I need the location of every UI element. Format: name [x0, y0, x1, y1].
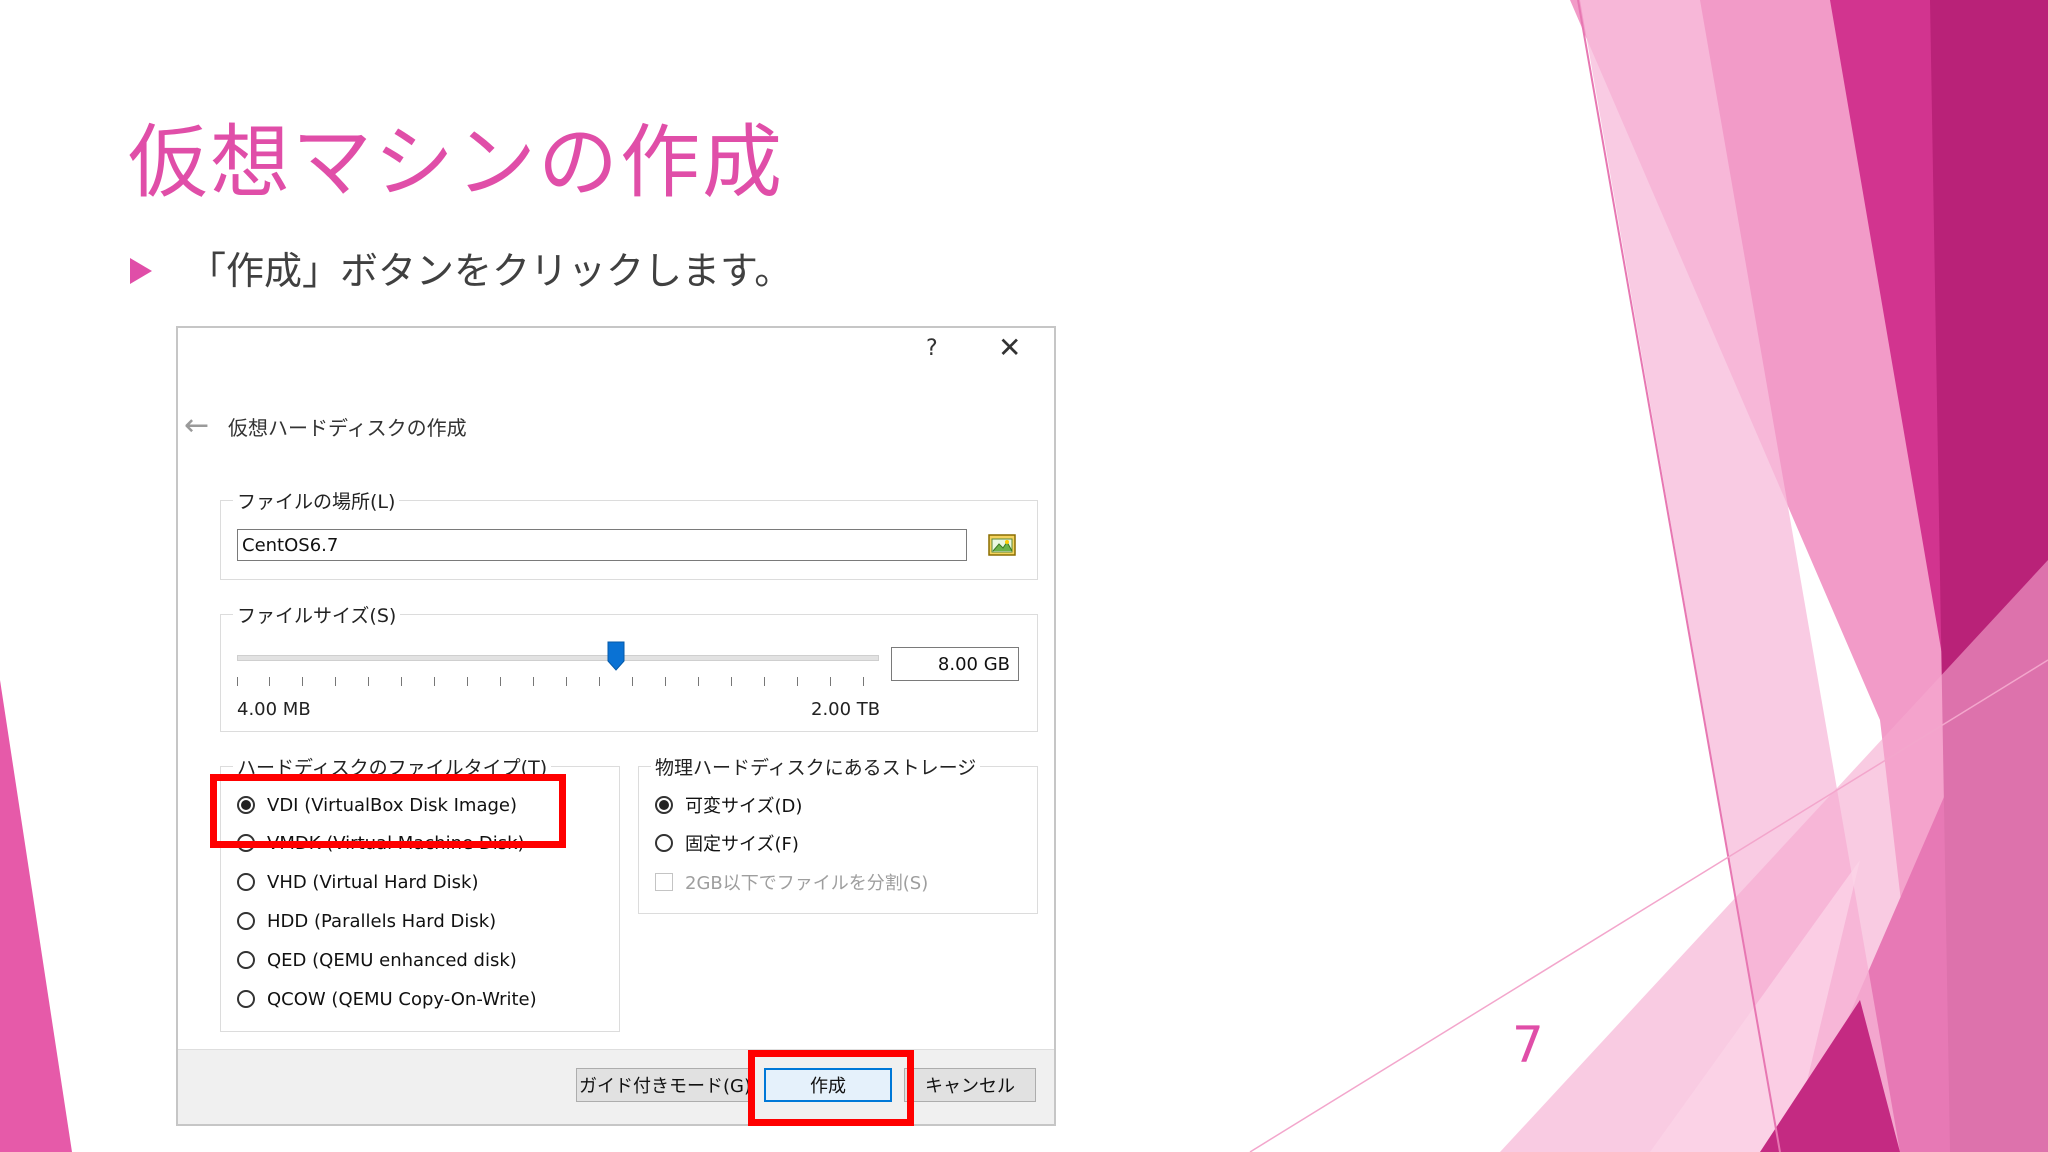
cancel-button[interactable]: キャンセル — [904, 1068, 1036, 1102]
disk-type-group: ハードディスクのファイルタイプ(T) VDI (VirtualBox Disk … — [220, 753, 620, 1032]
file-size-input[interactable] — [891, 647, 1019, 681]
folder-browse-icon[interactable] — [987, 529, 1017, 559]
radio-label: 可変サイズ(D) — [685, 796, 803, 817]
disk-type-label: ハードディスクのファイルタイプ(T) — [233, 753, 552, 780]
create-virtual-disk-dialog: ? ✕ ← 仮想ハードディスクの作成 ファイルの場所(L) ファイルサイズ(S)… — [176, 326, 1056, 1126]
page-number: 7 — [1512, 1016, 1544, 1074]
file-location-group: ファイルの場所(L) — [220, 487, 1038, 580]
radio-vmdk[interactable]: VMDK (Virtual Machine Disk) — [237, 829, 525, 857]
storage-group: 物理ハードディスクにあるストレージ 可変サイズ(D) 固定サイズ(F) 2GB以… — [638, 753, 1038, 914]
slider-min-label: 4.00 MB — [237, 699, 311, 720]
checkbox-label: 2GB以下でファイルを分割(S) — [685, 873, 929, 894]
radio-dynamic-size[interactable]: 可変サイズ(D) — [655, 791, 802, 819]
bullet-arrow-icon — [130, 258, 152, 284]
bullet-text: 「作成」ボタンをクリックします。 — [188, 249, 793, 293]
dialog-footer: ガイド付きモード(G) 作成 キャンセル — [178, 1049, 1054, 1124]
radio-label: VHD (Virtual Hard Disk) — [267, 871, 479, 893]
slider-ticks — [237, 677, 877, 687]
checkbox — [655, 873, 673, 891]
file-location-label: ファイルの場所(L) — [233, 487, 400, 514]
radio-label: VDI (VirtualBox Disk Image) — [267, 794, 518, 816]
file-location-input[interactable] — [237, 529, 967, 561]
split-file-checkbox: 2GB以下でファイルを分割(S) — [655, 868, 928, 896]
radio-button[interactable] — [237, 990, 255, 1008]
slide-title: 仮想マシンの作成 — [128, 116, 784, 209]
radio-button[interactable] — [237, 873, 255, 891]
radio-label: HDD (Parallels Hard Disk) — [267, 910, 497, 932]
radio-vhd[interactable]: VHD (Virtual Hard Disk) — [237, 868, 478, 896]
radio-button[interactable] — [237, 912, 255, 930]
file-size-label: ファイルサイズ(S) — [233, 601, 401, 628]
file-size-group: ファイルサイズ(S) 4.00 MB 2.00 TB — [220, 601, 1038, 732]
radio-label: VMDK (Virtual Machine Disk) — [267, 832, 525, 854]
radio-fixed-size[interactable]: 固定サイズ(F) — [655, 829, 799, 857]
help-button[interactable]: ? — [926, 336, 938, 361]
radio-label: QCOW (QEMU Copy-On-Write) — [267, 988, 537, 1010]
radio-button[interactable] — [237, 796, 255, 814]
radio-button[interactable] — [237, 834, 255, 852]
close-button[interactable]: ✕ — [998, 334, 1021, 362]
file-size-slider-track[interactable] — [237, 655, 879, 661]
radio-button[interactable] — [655, 834, 673, 852]
guided-mode-button[interactable]: ガイド付きモード(G) — [576, 1068, 754, 1102]
radio-vdi[interactable]: VDI (VirtualBox Disk Image) — [237, 791, 517, 819]
create-button[interactable]: 作成 — [764, 1068, 892, 1102]
radio-label: 固定サイズ(F) — [685, 834, 799, 855]
file-size-slider-thumb[interactable] — [607, 641, 625, 671]
radio-button[interactable] — [655, 796, 673, 814]
radio-qcow[interactable]: QCOW (QEMU Copy-On-Write) — [237, 985, 537, 1013]
radio-button[interactable] — [237, 951, 255, 969]
radio-label: QED (QEMU enhanced disk) — [267, 949, 517, 971]
radio-hdd[interactable]: HDD (Parallels Hard Disk) — [237, 907, 496, 935]
back-arrow-icon[interactable]: ← — [184, 408, 209, 443]
slider-max-label: 2.00 TB — [811, 699, 881, 720]
storage-label: 物理ハードディスクにあるストレージ — [651, 753, 981, 780]
dialog-title: 仮想ハードディスクの作成 — [228, 416, 467, 440]
radio-qed[interactable]: QED (QEMU enhanced disk) — [237, 946, 517, 974]
